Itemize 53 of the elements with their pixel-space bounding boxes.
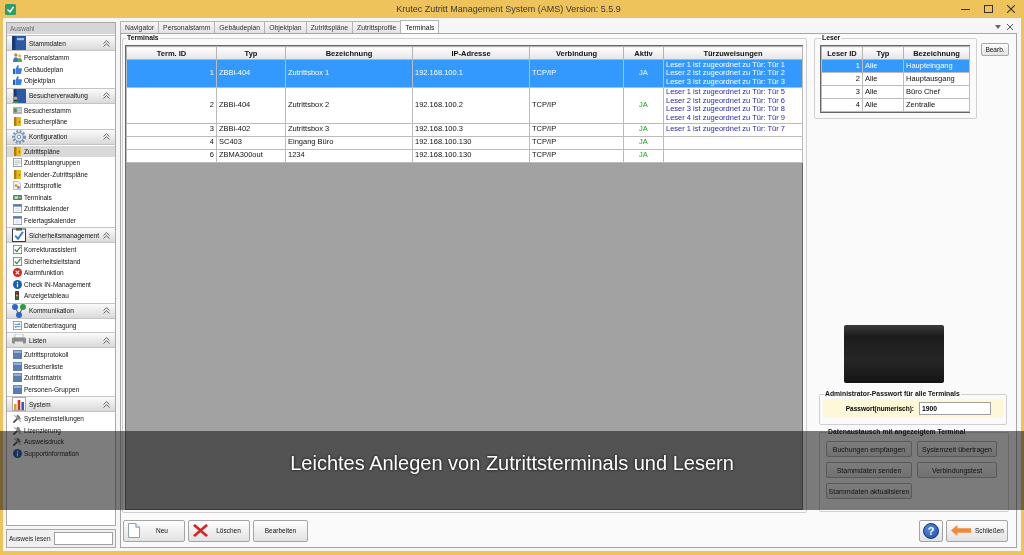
close-icon[interactable] xyxy=(1007,5,1015,13)
form-icon xyxy=(12,158,22,168)
tick-box-icon xyxy=(12,245,22,255)
app-icon xyxy=(5,3,16,15)
new-document-icon xyxy=(128,523,140,538)
calendar-icon xyxy=(12,215,22,225)
collapse-icon[interactable] xyxy=(103,307,110,314)
report-icon xyxy=(12,350,22,360)
transfer-icon xyxy=(12,320,22,330)
collapse-icon[interactable] xyxy=(103,39,110,47)
device-icon xyxy=(12,194,22,200)
people-icon xyxy=(12,53,22,63)
report-icon xyxy=(12,361,22,371)
delete-icon xyxy=(193,524,208,537)
caret-icon[interactable] xyxy=(995,24,1001,29)
gear-icon xyxy=(12,129,26,144)
tools-icon xyxy=(12,425,22,435)
report-icon xyxy=(12,384,22,394)
document-icon xyxy=(13,181,21,191)
book-icon xyxy=(12,88,26,103)
collapse-icon[interactable] xyxy=(103,231,110,239)
maximize-icon[interactable] xyxy=(984,5,993,13)
tick-box-icon xyxy=(12,256,22,266)
clipboard-icon xyxy=(12,228,26,242)
collapse-icon[interactable] xyxy=(103,133,110,140)
network-icon xyxy=(12,303,26,318)
error-icon xyxy=(12,268,22,278)
calendar-icon xyxy=(12,204,22,214)
printer-icon xyxy=(12,334,26,346)
door-icon xyxy=(13,117,21,127)
close-icon[interactable] xyxy=(1007,23,1013,30)
door-icon xyxy=(13,169,21,179)
thumbs-up-icon xyxy=(12,76,22,86)
arrow-left-icon xyxy=(951,525,971,536)
collapse-icon[interactable] xyxy=(103,336,110,344)
chart-icon xyxy=(12,397,26,411)
info-icon xyxy=(12,279,22,289)
card-reader-field[interactable] xyxy=(53,532,113,545)
minimize-icon[interactable] xyxy=(961,8,970,10)
caption-text: Leichtes Anlegen von Zutrittsterminals und Lesern xyxy=(290,452,734,475)
info-icon xyxy=(12,448,22,458)
help-button[interactable]: ? xyxy=(919,519,943,542)
report-icon xyxy=(12,373,22,383)
collapse-icon[interactable] xyxy=(103,92,110,99)
book-icon xyxy=(12,36,26,50)
collapse-icon[interactable] xyxy=(103,400,110,408)
tools-icon xyxy=(12,437,22,447)
traffic-light-icon xyxy=(15,291,19,301)
window-title: Krutec Zutritt Management System (AMS) Version: 5.5.9 xyxy=(395,4,622,14)
tools-icon xyxy=(12,414,22,424)
door-icon xyxy=(13,146,21,156)
thumbs-up-icon xyxy=(12,64,22,74)
card-icon xyxy=(12,106,22,114)
